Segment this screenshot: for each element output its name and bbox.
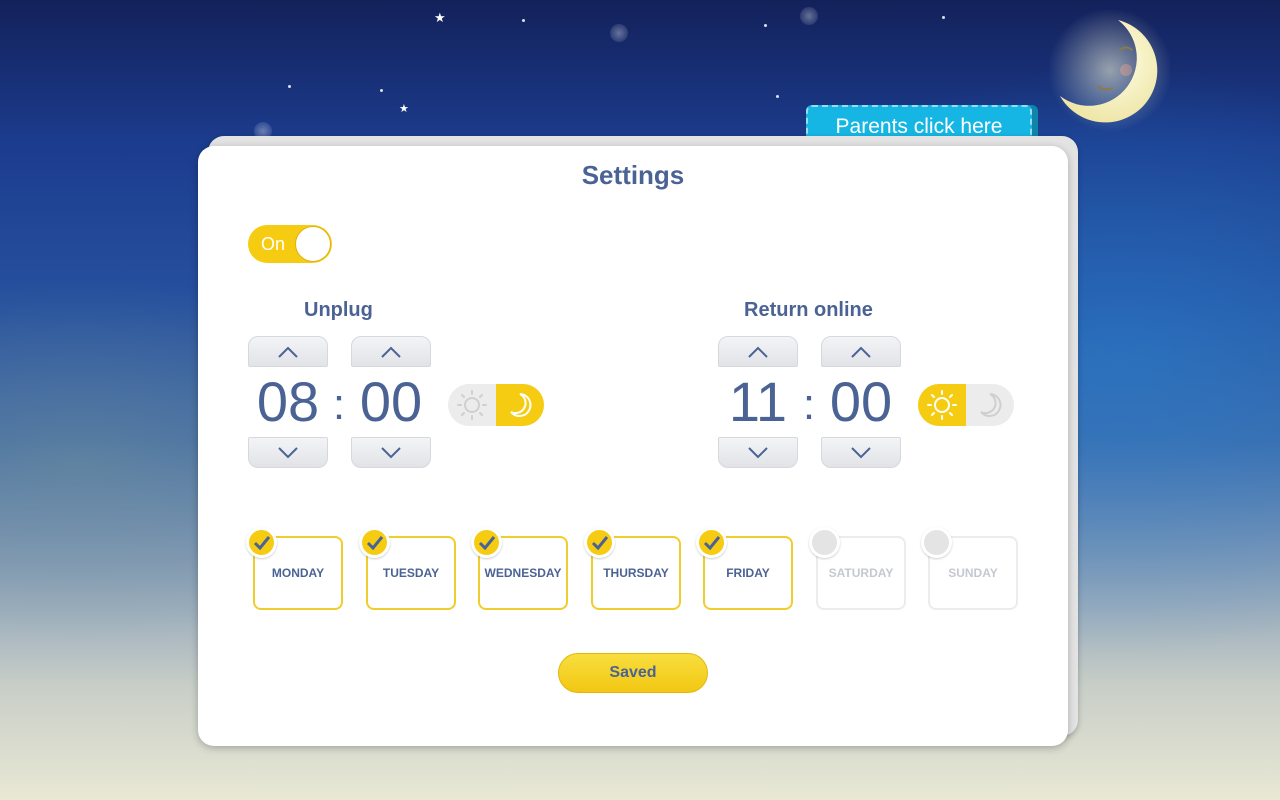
star-dot (522, 19, 525, 22)
moon-icon (510, 393, 532, 417)
time-separator: : (332, 380, 346, 429)
chevron-down-icon (381, 446, 401, 458)
crescent-moon-face-icon (1048, 10, 1170, 132)
checkmark-icon (478, 535, 495, 550)
sun-icon (927, 390, 957, 420)
unplug-hour-up-button[interactable] (248, 336, 328, 367)
return-hour-down-button[interactable] (718, 437, 798, 468)
star-icon: ★ (434, 11, 446, 26)
checkmark-icon (703, 535, 720, 550)
return-minute-value[interactable]: 00 (821, 374, 901, 430)
chevron-up-icon (748, 346, 768, 358)
star-glow (800, 7, 818, 25)
unplug-day-night-toggle[interactable] (448, 384, 544, 426)
star-glow (610, 24, 628, 42)
tuesday-checkmark[interactable] (359, 527, 390, 558)
checkmark-icon (591, 535, 608, 550)
chevron-up-icon (381, 346, 401, 358)
unplug-minute-down-button[interactable] (351, 437, 431, 468)
time-separator: : (802, 380, 816, 429)
thursday-checkmark[interactable] (584, 527, 615, 558)
return-online-title: Return online (744, 299, 873, 321)
day-label: FRIDAY (726, 566, 770, 580)
star-dot (942, 16, 945, 19)
day-label: WEDNESDAY (484, 566, 562, 580)
day-label: MONDAY (271, 566, 325, 580)
star-icon: ★ (399, 102, 409, 115)
chevron-up-icon (851, 346, 871, 358)
return-day-option[interactable] (918, 384, 966, 426)
unplug-hour-down-button[interactable] (248, 437, 328, 468)
star-dot (764, 24, 767, 27)
return-hour-up-button[interactable] (718, 336, 798, 367)
return-minute-up-button[interactable] (821, 336, 901, 367)
unplug-minute-value[interactable]: 00 (351, 374, 431, 430)
checkmark-icon (366, 535, 383, 550)
unplug-minute-up-button[interactable] (351, 336, 431, 367)
return-night-option[interactable] (966, 384, 1014, 426)
return-minute-down-button[interactable] (821, 437, 901, 468)
unplug-day-option[interactable] (448, 384, 496, 426)
saturday-checkmark[interactable] (809, 527, 840, 558)
sun-icon (457, 390, 487, 420)
chevron-down-icon (278, 446, 298, 458)
day-label: SATURDAY (828, 566, 894, 580)
settings-panel: Settings On Unplug 08 : 00 Return online… (198, 146, 1068, 746)
day-label: THURSDAY (603, 566, 669, 580)
moon-icon (980, 393, 1002, 417)
day-label: SUNDAY (948, 566, 998, 580)
monday-checkmark[interactable] (246, 527, 277, 558)
sunday-checkmark[interactable] (921, 527, 952, 558)
chevron-up-icon (278, 346, 298, 358)
chevron-down-icon (851, 446, 871, 458)
enable-toggle[interactable]: On (248, 225, 332, 263)
unplug-night-option[interactable] (496, 384, 544, 426)
return-day-night-toggle[interactable] (918, 384, 1014, 426)
friday-checkmark[interactable] (696, 527, 727, 558)
day-label: TUESDAY (382, 566, 440, 580)
page-title: Settings (581, 160, 685, 190)
chevron-down-icon (748, 446, 768, 458)
save-button[interactable]: Saved (558, 653, 708, 693)
star-dot (380, 89, 383, 92)
return-hour-value[interactable]: 11 (718, 374, 798, 430)
star-dot (288, 85, 291, 88)
unplug-hour-value[interactable]: 08 (248, 374, 328, 430)
wednesday-checkmark[interactable] (471, 527, 502, 558)
toggle-knob (295, 226, 331, 262)
checkmark-icon (253, 535, 270, 550)
unplug-title: Unplug (304, 299, 373, 321)
star-dot (776, 95, 779, 98)
toggle-label: On (261, 234, 286, 254)
